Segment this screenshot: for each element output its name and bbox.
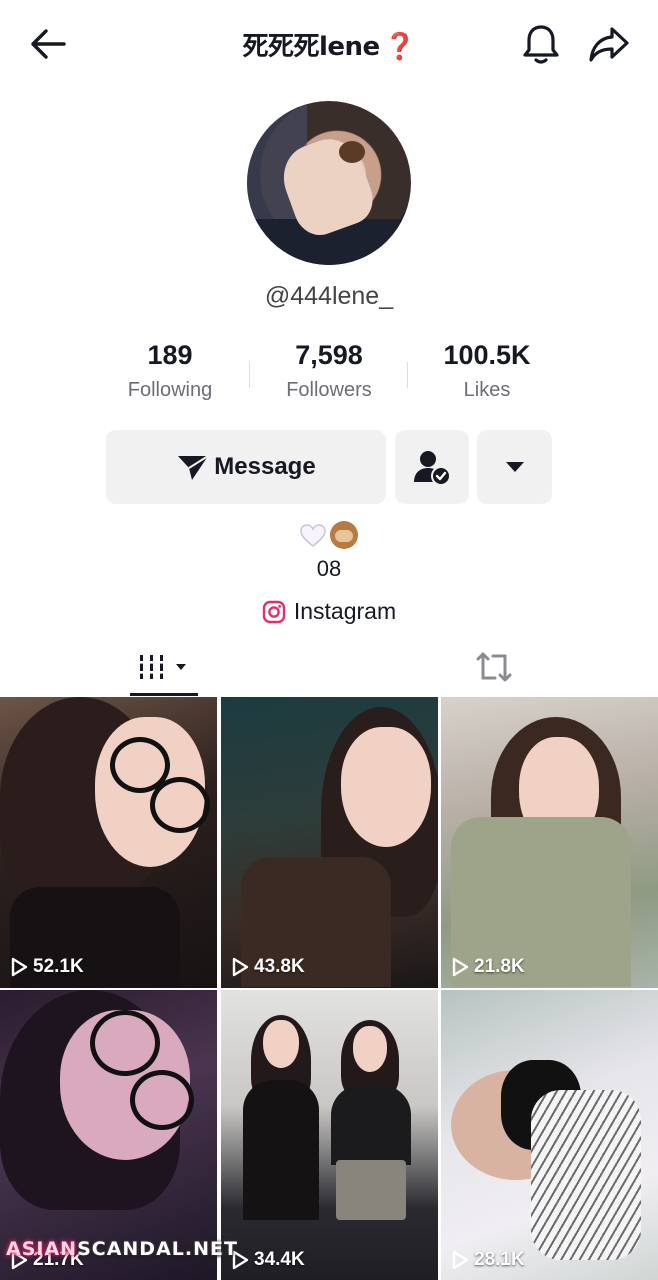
share-button[interactable] [586,22,632,66]
stat-value: 7,598 [295,340,363,370]
thumb-clothing [243,1080,319,1220]
view-count: 21.8K [451,956,525,978]
view-count-text: 43.8K [254,956,305,977]
thumb-striped-fabric [531,1090,641,1260]
stat-following[interactable]: 189 Following [90,340,250,402]
message-label: Message [214,453,316,480]
username-handle: @444lene_ [264,282,394,310]
avatar[interactable] [247,101,411,265]
notification-button[interactable] [518,22,564,66]
avatar-filter-nose [339,141,365,163]
tab-reposts[interactable] [430,638,558,696]
video-thumbnail[interactable]: 21.7K [0,990,217,1280]
instagram-label: Instagram [293,598,397,624]
view-count: 43.8K [231,956,305,978]
thumb-face [341,727,431,847]
stat-value: 189 [147,340,193,370]
bio-emojis [0,520,658,552]
caret-down-icon [505,462,524,472]
tab-videos[interactable] [100,638,228,696]
view-count-text: 52.1K [33,956,84,977]
top-bar: 死死死lene ❓ [0,0,658,88]
thumb-glasses [150,777,210,833]
thumb-skirt [336,1160,406,1220]
repost-icon [476,652,512,682]
bio-text: 08 [316,556,342,581]
view-count-text: 28.1K [474,1249,525,1270]
stat-label: Followers [286,379,372,401]
question-mark: ❓ [383,32,416,62]
following-status-button[interactable] [395,430,469,504]
more-options-button[interactable] [477,430,552,504]
message-button[interactable]: Message [106,430,386,504]
view-count: 28.1K [451,1249,525,1271]
view-count-text: 34.4K [254,1249,305,1270]
play-icon [452,1250,469,1270]
send-icon [178,455,209,480]
instagram-link[interactable]: Instagram [0,598,658,625]
play-icon [232,957,249,977]
white-heart-icon [299,523,326,547]
thumb-face [353,1026,387,1072]
profile-name: 死死死lene [242,32,380,62]
stat-label: Likes [463,379,511,401]
instagram-icon [262,600,286,623]
watermark-part1: ASIAN [6,1238,78,1260]
profile-stats: 189 Following 7,598 Followers 100.5K Lik… [90,340,568,416]
user-check-icon [414,451,451,486]
thumb-glasses [90,1010,160,1076]
video-thumbnail[interactable]: 43.8K [221,697,438,988]
play-icon [452,957,469,977]
video-thumbnail[interactable]: 28.1K [441,990,658,1280]
share-arrow-icon [589,27,629,62]
stat-label: Following [127,379,213,401]
thumb-clothing [331,1085,411,1165]
watermark: ASIANSCANDAL.NET [6,1238,238,1260]
stat-likes[interactable]: 100.5K Likes [407,340,567,402]
bio: 08 [0,520,658,582]
watermark-part2: SCANDAL.NET [77,1238,238,1260]
active-tab-indicator [130,693,198,696]
video-thumbnail[interactable]: 21.8K [441,697,658,988]
thumb-glasses [130,1070,194,1130]
bell-icon [523,25,559,64]
thumb-face [263,1020,299,1068]
view-count-text: 21.8K [474,956,525,977]
video-thumbnail[interactable]: 34.4K [221,990,438,1280]
view-count: 34.4K [231,1249,305,1271]
stat-followers[interactable]: 7,598 Followers [249,340,409,402]
play-icon [11,957,28,977]
videos-grid-icon [137,655,186,679]
video-thumbnail[interactable]: 52.1K [0,697,217,988]
stat-value: 100.5K [443,340,531,370]
view-count: 52.1K [10,956,84,978]
video-grid: 52.1K 43.8K 21.8K 21.7K 34.4K 28.1K [0,697,658,1280]
content-tabs [0,638,658,696]
see-no-evil-monkey-icon [330,520,359,549]
